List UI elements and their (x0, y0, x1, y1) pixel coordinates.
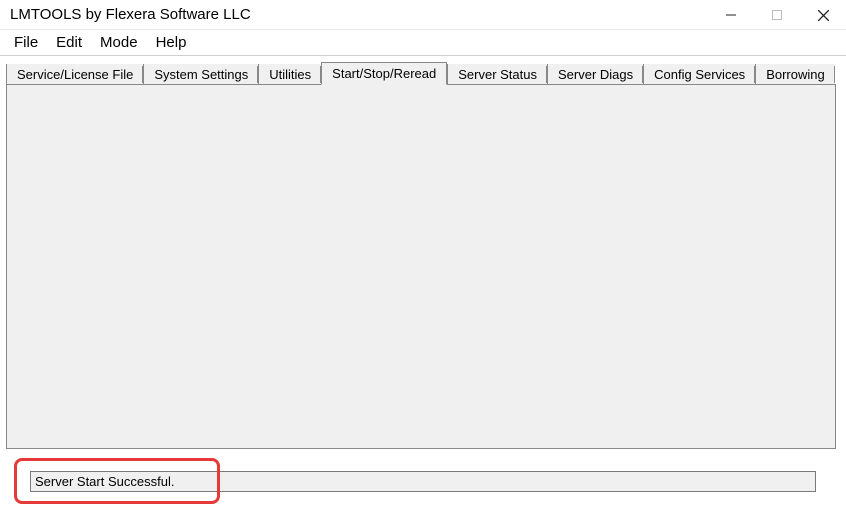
tab-start-stop-reread[interactable]: Start/Stop/Reread (321, 62, 447, 85)
tab-content-panel (6, 84, 836, 449)
menu-edit[interactable]: Edit (56, 34, 82, 51)
tab-borrowing[interactable]: Borrowing (755, 64, 835, 85)
menubar: File Edit Mode Help (0, 30, 846, 56)
tab-server-status[interactable]: Server Status (447, 64, 547, 85)
close-button[interactable] (800, 0, 846, 30)
tab-config-services[interactable]: Config Services (643, 64, 755, 85)
tab-service-license-file[interactable]: Service/License File (6, 64, 143, 85)
tab-server-diags[interactable]: Server Diags (547, 64, 643, 85)
menu-file[interactable]: File (14, 34, 38, 51)
tab-system-settings[interactable]: System Settings (143, 64, 258, 85)
minimize-button[interactable] (708, 0, 754, 30)
window-controls (708, 0, 846, 29)
tabbar: Service/License File System Settings Uti… (0, 56, 846, 84)
maximize-button[interactable] (754, 0, 800, 30)
window-title: LMTOOLS by Flexera Software LLC (10, 6, 251, 23)
menu-mode[interactable]: Mode (100, 34, 138, 51)
titlebar: LMTOOLS by Flexera Software LLC (0, 0, 846, 30)
status-row (30, 471, 816, 492)
status-message-field (30, 471, 816, 492)
tab-utilities[interactable]: Utilities (258, 64, 321, 85)
menu-help[interactable]: Help (156, 34, 187, 51)
